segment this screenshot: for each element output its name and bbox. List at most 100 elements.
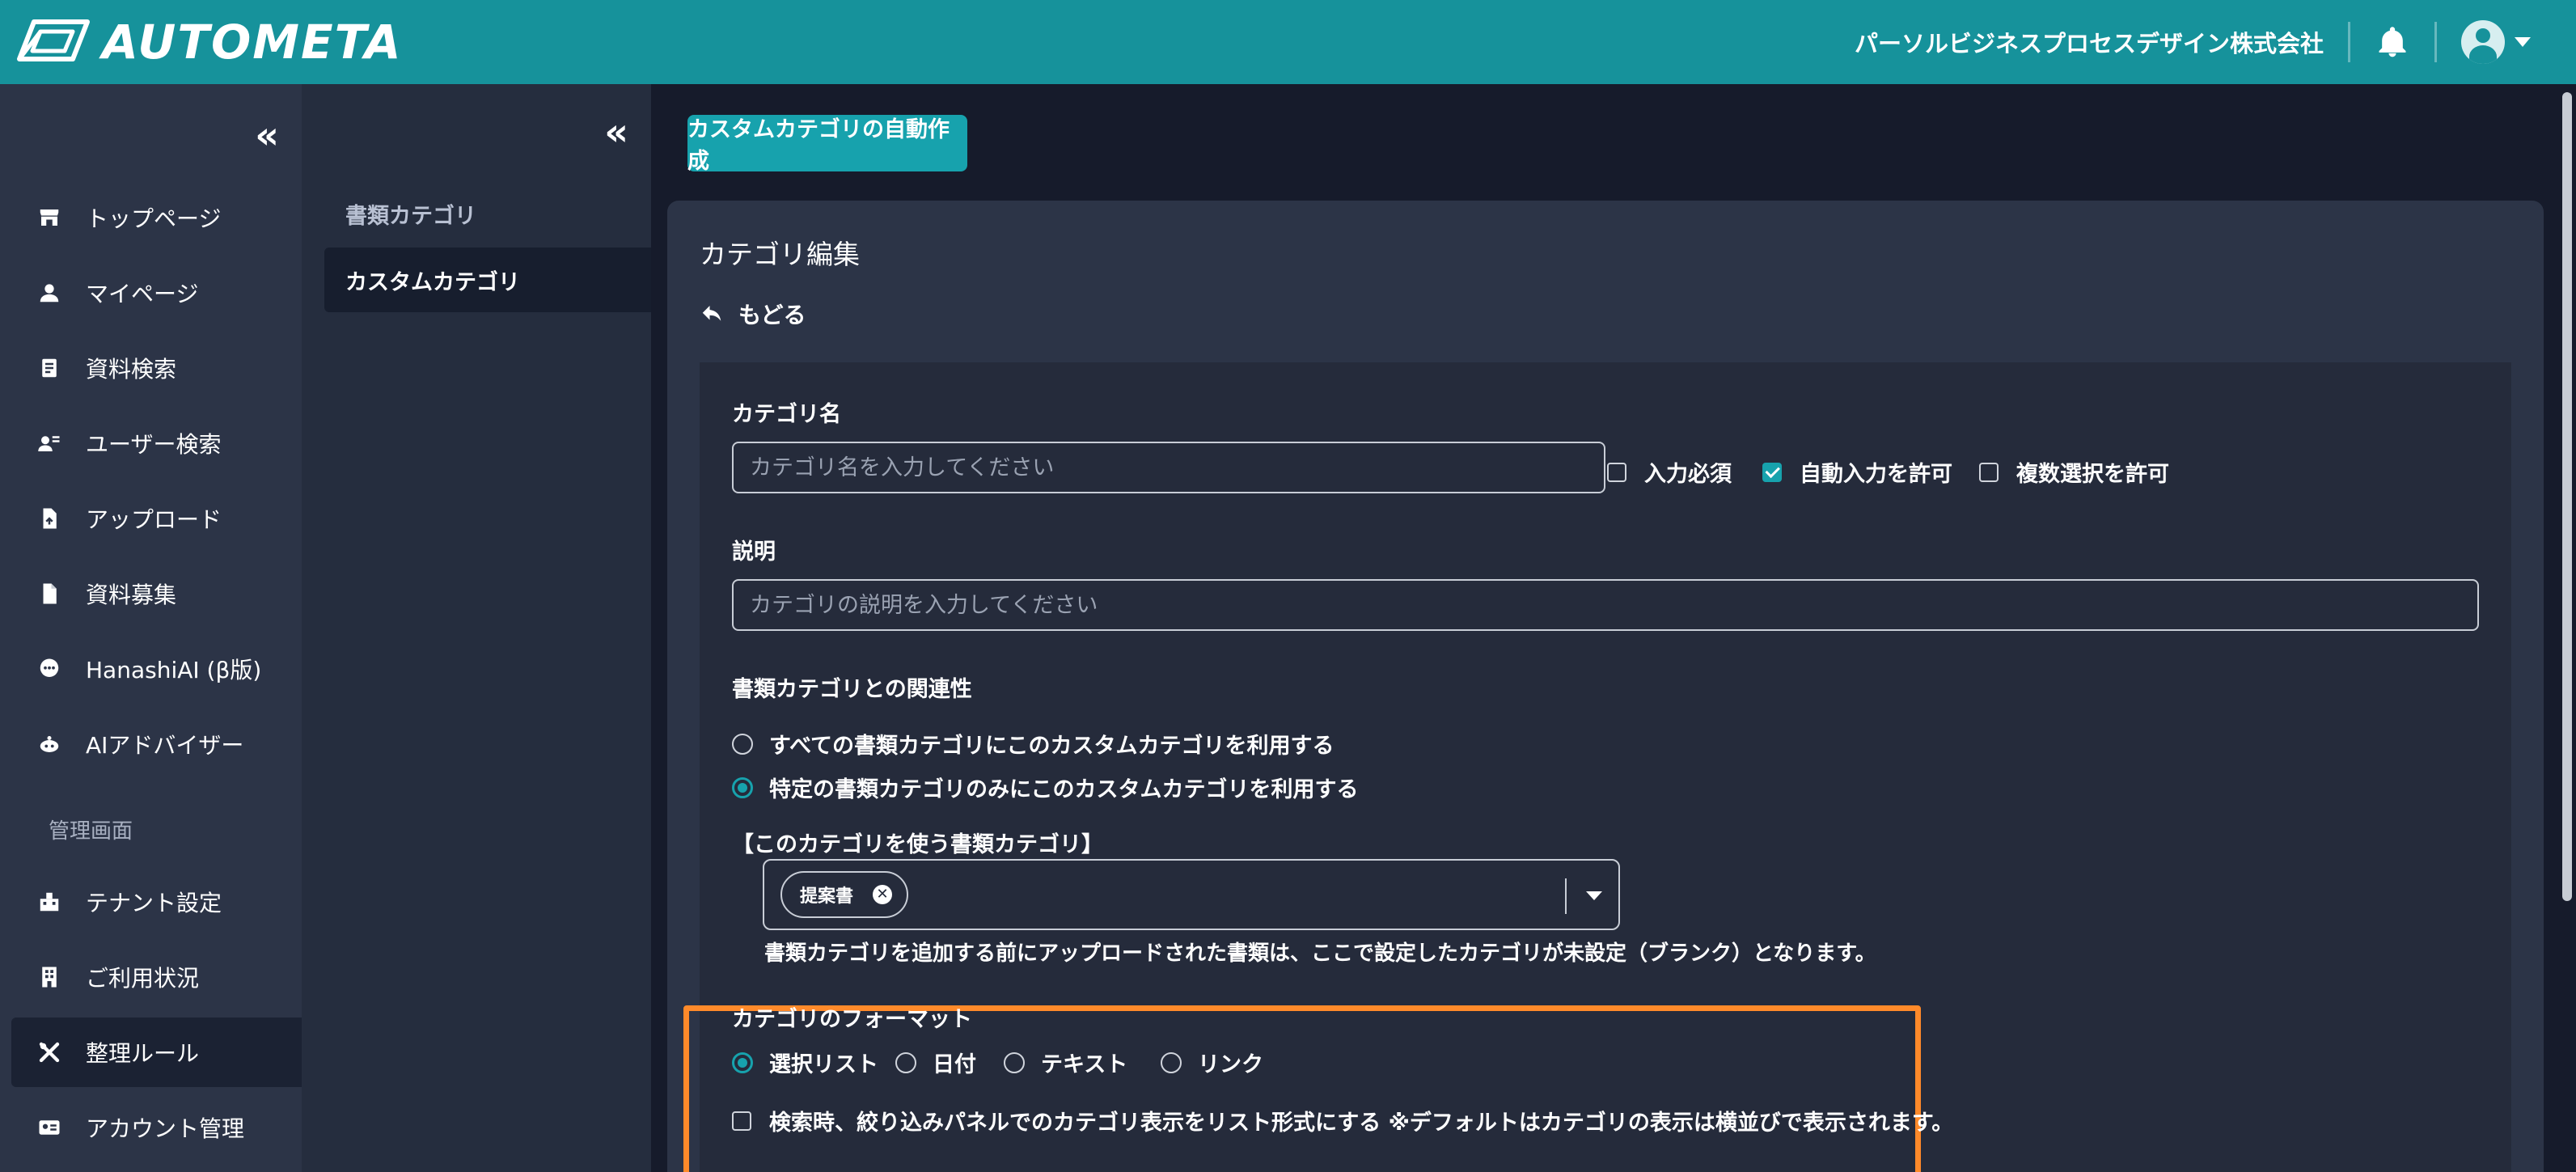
- selected-chip: 提案書 ✕: [780, 871, 909, 918]
- sidebar-item-label: 資料検索: [86, 356, 177, 383]
- format-label: カテゴリのフォーマット: [732, 1007, 972, 1032]
- user-menu[interactable]: [2461, 20, 2531, 64]
- scrollbar[interactable]: [2558, 84, 2576, 1172]
- format-option-label: 日付: [933, 1052, 976, 1077]
- sidebar-item-label: 資料募集: [86, 582, 177, 608]
- store-icon: [36, 204, 63, 231]
- document-search-icon: [36, 354, 63, 382]
- header-divider: [2348, 22, 2350, 62]
- file-icon: [36, 580, 63, 607]
- sidebar-item-label: AIアドバイザー: [86, 732, 244, 759]
- list-display-option[interactable]: 検索時、絞り込みパネルでのカテゴリ表示をリスト形式にする ※デフォルトはカテゴリ…: [732, 1105, 1953, 1136]
- sidebar-item-organize-rules[interactable]: 整理ルール: [11, 1018, 302, 1087]
- page-title: カテゴリ編集: [700, 239, 860, 270]
- option-auto-input[interactable]: 自動入力を許可: [1762, 456, 1952, 488]
- admin-section-label: 管理画面: [49, 819, 133, 844]
- list-display-checkbox[interactable]: [732, 1111, 751, 1131]
- category-edit-card: カテゴリ編集 もどる カテゴリ名 入力必須 自動入力を許可 複数選択を許可 説明: [667, 201, 2544, 1172]
- format-option-select-list[interactable]: 選択リスト: [732, 1047, 878, 1078]
- radio-button[interactable]: [732, 733, 753, 755]
- chip-remove-icon[interactable]: ✕: [873, 885, 893, 904]
- sidebar-item-label: HanashiAI (β版): [86, 657, 262, 683]
- category-name-label: カテゴリ名: [732, 402, 841, 427]
- subnav-item-document-category[interactable]: 書類カテゴリ: [324, 181, 651, 246]
- required-label: 入力必須: [1644, 462, 1732, 487]
- radio-button[interactable]: [895, 1051, 916, 1073]
- main-content: カスタムカテゴリの自動作成 カテゴリ編集 もどる カテゴリ名 入力必須 自動入力…: [651, 84, 2576, 1172]
- sidebar-item-label: テナント設定: [86, 890, 222, 916]
- format-option-date[interactable]: 日付: [895, 1047, 976, 1078]
- sidebar-item-label: アップロード: [86, 506, 222, 533]
- format-option-label: テキスト: [1041, 1052, 1128, 1077]
- radio-button[interactable]: [1161, 1051, 1182, 1073]
- sidebar-item-label: ユーザー検索: [86, 431, 222, 458]
- sidebar-collapse-button[interactable]: «: [255, 116, 279, 154]
- option-multi-select[interactable]: 複数選択を許可: [1979, 456, 2169, 488]
- sidebar: « トップページ マイページ 資料検索 ユーザー検索 アップロード 資料募集 H…: [0, 84, 302, 1172]
- radio-button[interactable]: [1004, 1051, 1025, 1073]
- relation-option-label: 特定の書類カテゴリのみにこのカスタムカテゴリを利用する: [769, 777, 1359, 802]
- app-logo[interactable]: AUTOMETA: [16, 0, 403, 84]
- bell-icon[interactable]: [2375, 24, 2410, 60]
- subnav-collapse-button[interactable]: «: [604, 113, 628, 150]
- logo-text: AUTOMETA: [102, 15, 403, 70]
- category-name-input[interactable]: [732, 442, 1605, 493]
- robot-icon: [36, 730, 63, 758]
- description-input[interactable]: [732, 579, 2479, 631]
- option-required[interactable]: 入力必須: [1607, 456, 1732, 488]
- sidebar-item-user-search[interactable]: ユーザー検索: [11, 408, 302, 478]
- back-arrow-icon: [702, 306, 721, 321]
- sidebar-item-tenant-settings[interactable]: テナント設定: [11, 867, 302, 937]
- tools-icon: [36, 1039, 63, 1066]
- person-icon: [36, 279, 63, 307]
- relation-option-specific[interactable]: 特定の書類カテゴリのみにこのカスタムカテゴリを利用する: [732, 772, 1358, 803]
- sidebar-item-my-page[interactable]: マイページ: [11, 258, 302, 328]
- sidebar-item-usage[interactable]: ご利用状況: [11, 942, 302, 1012]
- chip-label: 提案書: [800, 886, 854, 907]
- sidebar-item-label: マイページ: [86, 281, 199, 307]
- chevron-down-icon: [2515, 37, 2531, 47]
- sidebar-item-ai-advisor[interactable]: AIアドバイザー: [11, 709, 302, 779]
- sidebar-item-label: アカウント管理: [86, 1115, 245, 1142]
- list-display-label: 検索時、絞り込みパネルでのカテゴリ表示をリスト形式にする ※デフォルトはカテゴリ…: [769, 1111, 1954, 1136]
- sidebar-item-top-page[interactable]: トップページ: [11, 183, 302, 252]
- autometa-logo-icon: [16, 15, 91, 69]
- user-search-icon: [36, 429, 63, 457]
- document-category-multiselect[interactable]: 提案書 ✕: [763, 859, 1620, 930]
- target-category-note: 書類カテゴリを追加する前にアップロードされた書類は、ここで設定したカテゴリが未設…: [764, 941, 1876, 966]
- sidebar-item-document-search[interactable]: 資料検索: [11, 333, 302, 403]
- back-button[interactable]: もどる: [700, 298, 806, 330]
- company-name: パーソルビジネスプロセスデザイン株式会社: [1854, 30, 2324, 57]
- auto-input-label: 自動入力を許可: [1800, 462, 1952, 487]
- multi-select-checkbox[interactable]: [1979, 462, 1999, 482]
- chat-icon: [36, 655, 63, 683]
- radio-button[interactable]: [732, 1051, 753, 1073]
- user-avatar-icon: [2461, 20, 2505, 64]
- auto-input-checkbox[interactable]: [1762, 462, 1782, 482]
- radio-button[interactable]: [732, 776, 753, 798]
- app-header: AUTOMETA パーソルビジネスプロセスデザイン株式会社: [0, 0, 2576, 84]
- relation-label: 書類カテゴリとの関連性: [732, 677, 972, 702]
- required-checkbox[interactable]: [1607, 462, 1626, 482]
- auto-create-custom-category-button[interactable]: カスタムカテゴリの自動作成: [687, 115, 967, 174]
- description-label: 説明: [732, 539, 776, 565]
- sidebar-item-upload[interactable]: アップロード: [11, 484, 302, 553]
- chevron-down-icon[interactable]: [1586, 891, 1602, 900]
- target-category-label: 【このカテゴリを使う書類カテゴリ】: [732, 832, 1103, 857]
- format-option-link[interactable]: リンク: [1161, 1047, 1263, 1078]
- format-option-text[interactable]: テキスト: [1004, 1047, 1127, 1078]
- subnav-item-custom-category[interactable]: カスタムカテゴリ: [324, 248, 651, 312]
- upload-file-icon: [36, 505, 63, 532]
- scrollbar-thumb[interactable]: [2562, 92, 2572, 901]
- sub-sidebar: « 書類カテゴリ カスタムカテゴリ: [302, 84, 651, 1172]
- relation-option-label: すべての書類カテゴリにこのカスタムカテゴリを利用する: [769, 734, 1335, 759]
- tenant-icon: [36, 888, 63, 916]
- dropdown-divider: [1565, 878, 1567, 914]
- sidebar-item-document-request[interactable]: 資料募集: [11, 559, 302, 628]
- building-icon: [36, 963, 63, 991]
- relation-option-all[interactable]: すべての書類カテゴリにこのカスタムカテゴリを利用する: [732, 728, 1335, 759]
- sidebar-item-label: ご利用状況: [86, 965, 200, 992]
- back-label: もどる: [738, 302, 806, 328]
- sidebar-item-hanashi-ai[interactable]: HanashiAI (β版): [11, 634, 302, 704]
- sidebar-item-account-management[interactable]: アカウント管理: [11, 1093, 302, 1162]
